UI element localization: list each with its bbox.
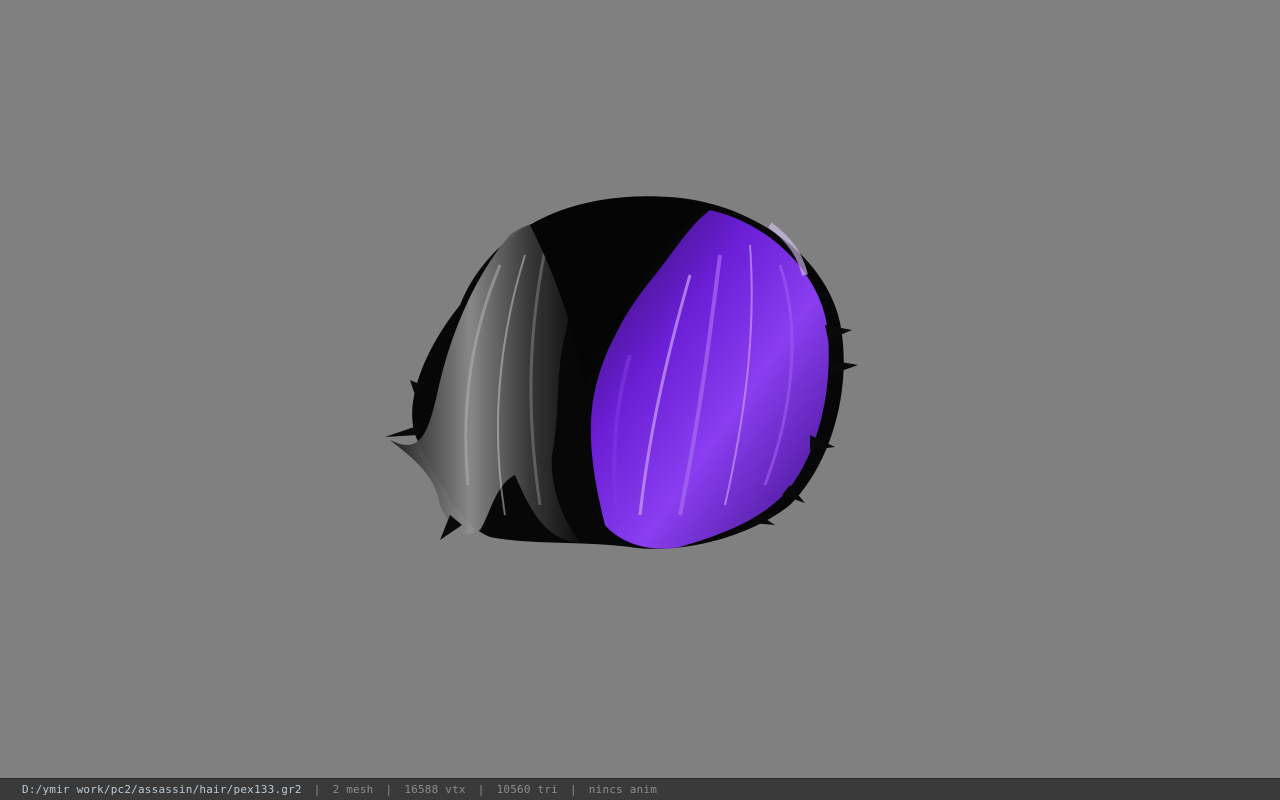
vertex-count: 16588 vtx: [404, 783, 466, 796]
separator: |: [477, 783, 485, 796]
separator: |: [385, 783, 393, 796]
3d-viewport[interactable]: [0, 0, 1280, 778]
separator: |: [313, 783, 321, 796]
triangle-count: 10560 tri: [496, 783, 558, 796]
file-path: D:/ymir work/pc2/assassin/hair/pex133.gr…: [22, 783, 302, 796]
status-bar: D:/ymir work/pc2/assassin/hair/pex133.gr…: [0, 778, 1280, 800]
separator: |: [569, 783, 577, 796]
hair-model[interactable]: [380, 185, 860, 565]
mesh-count: 2 mesh: [332, 783, 374, 796]
animation-status: nincs anim: [588, 783, 658, 796]
